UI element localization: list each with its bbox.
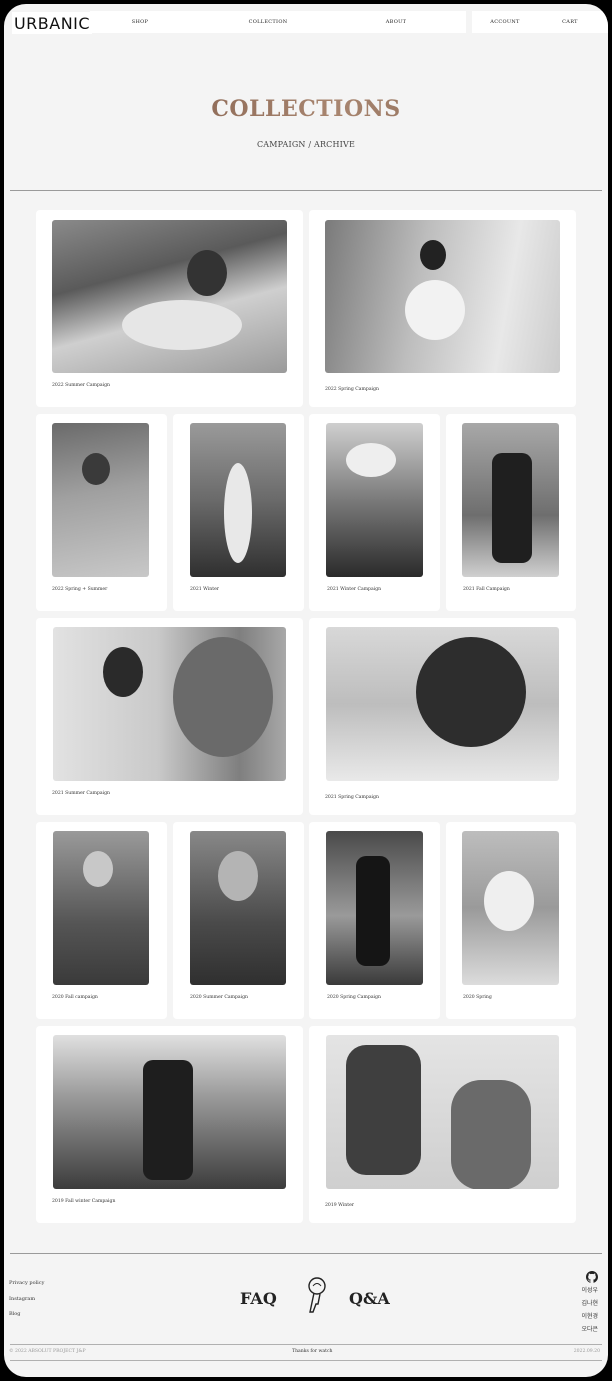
collection-photo — [462, 423, 559, 577]
collection-photo — [53, 831, 149, 985]
photo-detail — [122, 300, 242, 350]
collection-caption: 2022 Spring Campaign — [325, 387, 379, 392]
thanks-text: Thanks for watch — [292, 1349, 333, 1354]
collection-card[interactable]: 2019 Fall winter Campaign — [36, 1026, 303, 1223]
photo-detail — [143, 1060, 193, 1180]
collection-caption: 2021 Spring Campaign — [325, 795, 379, 800]
collection-caption: 2019 Fall winter Campaign — [52, 1199, 116, 1204]
collection-photo — [53, 1035, 286, 1189]
photo-detail — [420, 240, 446, 270]
collection-photo — [53, 627, 286, 781]
page-title: COLLECTIONS — [4, 96, 608, 122]
photo-detail — [173, 637, 273, 757]
main-nav: SHOP COLLECTION ABOUT — [90, 11, 466, 33]
collection-card[interactable]: 2020 Fall campaign — [36, 822, 167, 1019]
photo-detail — [83, 851, 113, 887]
photo-detail — [82, 453, 110, 485]
photo-detail — [103, 647, 143, 697]
collection-card[interactable]: 2020 Spring — [446, 822, 576, 1019]
photo-detail — [405, 280, 465, 340]
footer-bottom-divider — [10, 1344, 602, 1345]
date-text: 2022.09.20 — [573, 1349, 600, 1354]
collection-card[interactable]: 2019 Winter — [309, 1026, 576, 1223]
photo-detail — [187, 250, 227, 296]
collection-caption: 2020 Spring Campaign — [327, 995, 381, 1000]
collection-photo — [190, 831, 286, 985]
photo-detail — [346, 1045, 421, 1175]
member-name: 이현경 — [581, 1313, 598, 1320]
member-name: 김나현 — [581, 1300, 598, 1307]
collection-card[interactable]: 2022 Spring Campaign — [309, 210, 576, 407]
collection-caption: 2020 Spring — [463, 995, 492, 1000]
collection-photo — [52, 220, 287, 373]
collection-card[interactable]: 2021 Summer Campaign — [36, 618, 303, 815]
photo-detail — [451, 1080, 531, 1189]
qa-link[interactable]: Q&A — [349, 1289, 390, 1308]
key-icon — [304, 1276, 330, 1316]
collection-caption: 2022 Summer Campaign — [52, 383, 111, 388]
footer-divider — [10, 1253, 602, 1254]
collection-card[interactable]: 2022 Summer Campaign — [36, 210, 303, 407]
collection-photo — [326, 831, 423, 985]
collection-card[interactable]: 2021 Fall Campaign — [446, 414, 576, 611]
photo-detail — [224, 463, 252, 563]
collection-card[interactable]: 2021 Winter — [173, 414, 304, 611]
collection-caption: 2022 Spring + Summer — [52, 587, 108, 592]
collection-photo — [326, 1035, 559, 1189]
photo-detail — [484, 871, 534, 931]
footer-link-privacy[interactable]: Privacy policy — [9, 1280, 44, 1286]
photo-detail — [218, 851, 258, 901]
collection-photo — [326, 423, 423, 577]
collection-caption: 2021 Winter — [190, 587, 219, 592]
nav-cart[interactable]: CART — [562, 11, 578, 33]
photo-detail — [492, 453, 532, 563]
collection-card[interactable]: 2022 Spring + Summer — [36, 414, 167, 611]
logo[interactable]: URBANIC — [12, 12, 92, 34]
collection-card[interactable]: 2020 Summer Campaign — [173, 822, 304, 1019]
user-nav: ACCOUNT CART — [472, 11, 608, 33]
footer-link-instagram[interactable]: Instagram — [9, 1296, 35, 1302]
footer-end-divider — [10, 1360, 602, 1361]
collection-caption: 2019 Winter — [325, 1203, 354, 1208]
collection-photo — [190, 423, 286, 577]
nav-shop[interactable]: SHOP — [132, 11, 148, 33]
copyright: © 2022 ABSOLUT PROJECT J&P — [9, 1349, 86, 1354]
faq-link[interactable]: FAQ — [240, 1289, 277, 1308]
footer-link-blog[interactable]: Blog — [9, 1311, 20, 1317]
nav-collection[interactable]: COLLECTION — [249, 11, 288, 33]
collection-photo — [52, 423, 149, 577]
collection-photo — [325, 220, 560, 373]
collection-caption: 2021 Summer Campaign — [52, 791, 111, 796]
collection-caption: 2020 Summer Campaign — [190, 995, 249, 1000]
member-name: 이성우 — [581, 1287, 598, 1294]
collection-caption: 2021 Fall Campaign — [463, 587, 510, 592]
photo-detail — [346, 443, 396, 477]
collection-card[interactable]: 2020 Spring Campaign — [309, 822, 440, 1019]
github-icon[interactable] — [586, 1268, 599, 1283]
photo-detail — [416, 637, 526, 747]
member-name: 오다은 — [581, 1326, 598, 1333]
page-subtitle: CAMPAIGN / ARCHIVE — [256, 140, 356, 149]
collection-photo — [462, 831, 559, 985]
photo-detail — [356, 856, 390, 966]
collection-caption: 2020 Fall campaign — [52, 995, 98, 1000]
page: URBANIC SHOP COLLECTION ABOUT ACCOUNT CA… — [4, 4, 608, 1377]
collection-photo — [326, 627, 559, 781]
divider — [10, 190, 602, 191]
collection-card[interactable]: 2021 Winter Campaign — [309, 414, 440, 611]
collection-card[interactable]: 2021 Spring Campaign — [309, 618, 576, 815]
collection-caption: 2021 Winter Campaign — [327, 587, 382, 592]
nav-account[interactable]: ACCOUNT — [490, 11, 519, 33]
nav-about[interactable]: ABOUT — [386, 11, 407, 33]
